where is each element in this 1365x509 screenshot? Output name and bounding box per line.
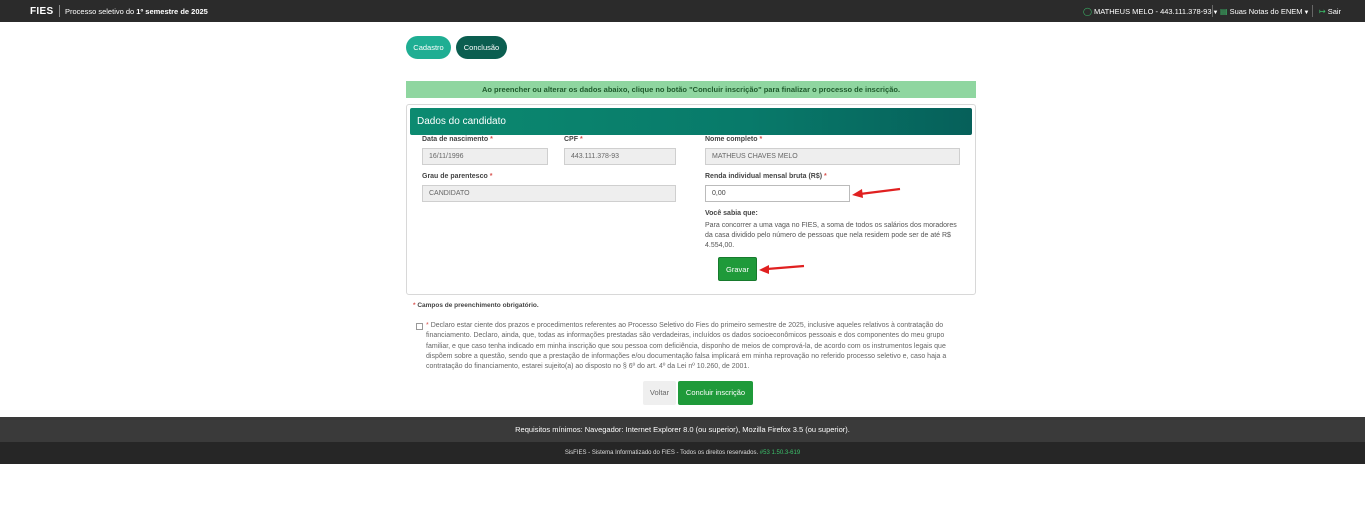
chevron-down-icon: ▼ xyxy=(1212,10,1219,16)
required-mark: * xyxy=(490,136,493,143)
version-link[interactable]: #53 1.50.3-619 xyxy=(760,450,800,456)
info-title: Você sabia que: xyxy=(705,210,758,217)
footer-copyright: SisFIES - Sistema Informatizado do FIES … xyxy=(0,442,1365,464)
fullname-label: Nome completo * xyxy=(705,136,762,143)
birthdate-label-text: Data de nascimento xyxy=(422,136,489,143)
chevron-down-icon: ▼ xyxy=(1303,10,1310,16)
birthdate-field[interactable]: 16/11/1996 xyxy=(422,148,548,165)
logout-label: Sair xyxy=(1327,7,1342,16)
fullname-field[interactable]: MATHEUS CHAVES MELO xyxy=(705,148,960,165)
enem-scores-menu[interactable]: ▤ Suas Notas do ENEM▼ xyxy=(1220,7,1309,16)
step-conclusao[interactable]: Conclusão xyxy=(456,36,507,59)
declaration-text: * Declaro estar ciente dos prazos e proc… xyxy=(426,321,964,372)
mandatory-note-text: Campos de preenchimento obrigatório. xyxy=(417,302,539,309)
required-mark: * xyxy=(413,302,416,309)
back-button[interactable]: Voltar xyxy=(643,381,676,405)
step-cadastro[interactable]: Cadastro xyxy=(406,36,451,59)
user-menu[interactable]: ◯ MATHEUS MELO - 443.111.378-93▼ xyxy=(1083,7,1218,16)
declaration-checkbox[interactable] xyxy=(416,323,423,330)
save-button[interactable]: Gravar xyxy=(718,257,757,281)
brand-logo[interactable]: FIES xyxy=(30,6,53,17)
nav-divider xyxy=(1212,5,1213,17)
copyright-text: SisFIES - Sistema Informatizado do FIES … xyxy=(564,450,759,456)
birthdate-label: Data de nascimento * xyxy=(422,136,493,143)
brand-divider xyxy=(59,5,60,17)
income-label: Renda individual mensal bruta (R$) * xyxy=(705,173,827,180)
required-mark: * xyxy=(489,173,493,180)
red-arrow-icon xyxy=(759,264,805,274)
panel-title: Dados do candidato xyxy=(410,108,972,135)
kinship-label: Grau de parentesco * xyxy=(422,173,492,180)
process-subtitle: Processo seletivo do 1º semestre de 2025 xyxy=(65,7,208,16)
user-name: MATHEUS MELO - 443.111.378-93 xyxy=(1093,7,1212,16)
document-icon: ▤ xyxy=(1220,7,1228,16)
required-mark: * xyxy=(426,322,429,329)
fullname-label-text: Nome completo xyxy=(705,136,758,143)
user-icon: ◯ xyxy=(1083,7,1092,16)
cpf-label: CPF * xyxy=(564,136,583,143)
logout-icon: ↦ xyxy=(1319,7,1326,16)
submit-button[interactable]: Concluir inscrição xyxy=(678,381,753,405)
mandatory-note: * Campos de preenchimento obrigatório. xyxy=(413,302,539,309)
required-mark: * xyxy=(579,136,583,143)
cpf-field[interactable]: 443.111.378-93 xyxy=(564,148,676,165)
kinship-field[interactable]: CANDIDATO xyxy=(422,185,676,202)
info-alert: Ao preencher ou alterar os dados abaixo,… xyxy=(406,81,976,98)
income-label-text: Renda individual mensal bruta (R$) xyxy=(705,173,823,180)
required-mark: * xyxy=(759,136,763,143)
declaration-body: Declaro estar ciente dos prazos e proced… xyxy=(426,322,947,371)
subtitle-semester: 1º semestre de 2025 xyxy=(136,7,208,16)
info-text: Para concorrer a uma vaga no FIES, a som… xyxy=(705,222,957,249)
nav-divider xyxy=(1312,5,1313,17)
subtitle-prefix: Processo seletivo do xyxy=(65,7,137,16)
footer-requirements: Requisitos mínimos: Navegador: Internet … xyxy=(0,417,1365,442)
top-navbar: FIES Processo seletivo do 1º semestre de… xyxy=(0,0,1365,22)
required-mark: * xyxy=(824,173,827,180)
kinship-label-text: Grau de parentesco xyxy=(422,173,488,180)
enem-scores-label: Suas Notas do ENEM xyxy=(1229,7,1303,16)
logout-link[interactable]: ↦ Sair xyxy=(1319,7,1341,16)
red-arrow-icon xyxy=(852,187,901,198)
cpf-label-text: CPF xyxy=(564,136,578,143)
income-input[interactable]: 0,00 xyxy=(705,185,850,202)
